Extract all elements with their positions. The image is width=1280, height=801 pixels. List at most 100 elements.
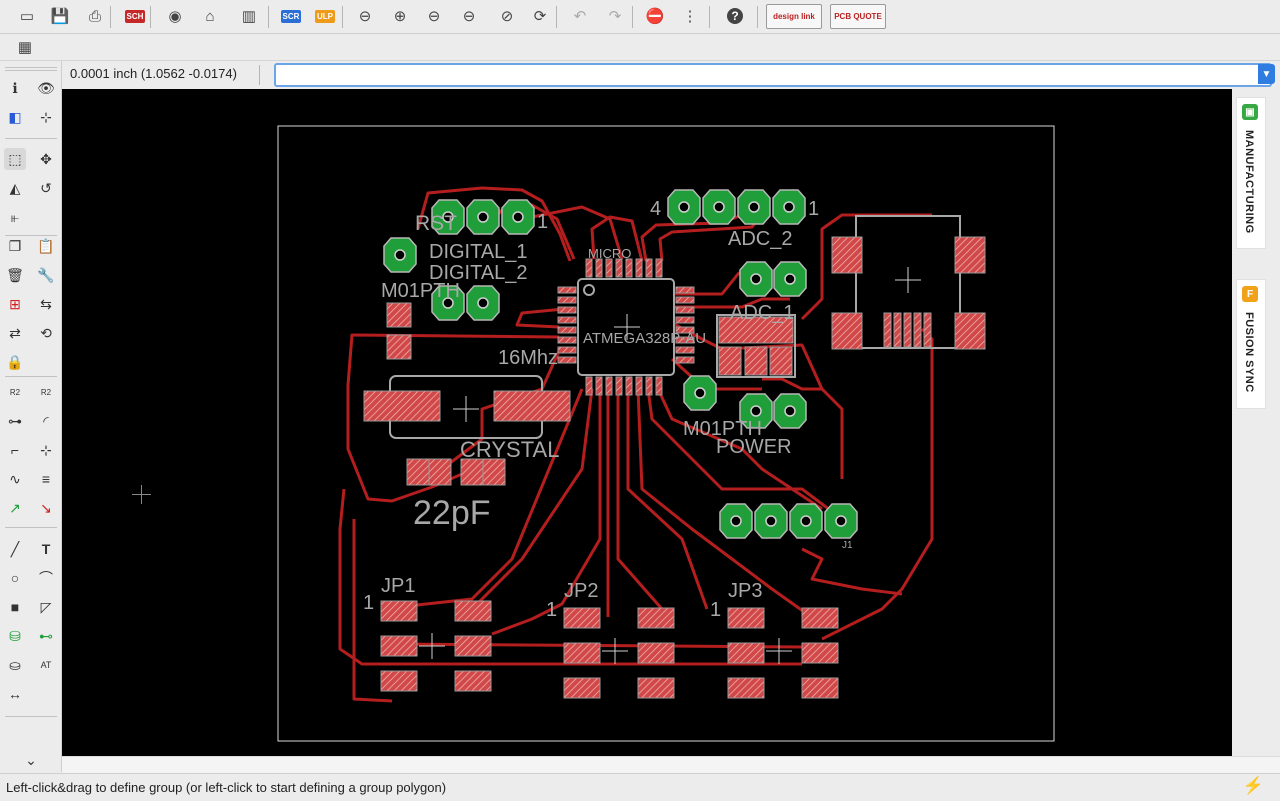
zoom-select-button[interactable]: ⊖ <box>456 4 482 28</box>
grid-button[interactable]: ▦ <box>12 35 38 59</box>
expand-tools-button[interactable]: ⌄ <box>20 749 42 771</box>
meander-tool[interactable]: ∿ <box>4 468 26 490</box>
mirror-tool[interactable]: ◭ <box>4 177 26 199</box>
usb-pad-1 <box>831 236 863 274</box>
zoom-fit-button[interactable]: ⊖ <box>352 4 378 28</box>
rectangle-tool[interactable]: ■ <box>4 596 26 618</box>
mcu-pin-bottom-1 <box>595 376 603 396</box>
route-multiple-tool[interactable]: ≡ <box>35 468 57 490</box>
mcu-pin-left-1 <box>557 296 577 304</box>
pcb-quote-button[interactable]: PCB QUOTE <box>830 4 886 29</box>
library-button[interactable]: ▥ <box>236 4 262 28</box>
mark-tool[interactable]: ⊹ <box>35 106 57 128</box>
miter-tool[interactable]: ◜ <box>35 410 57 432</box>
lightning-bolt-icon[interactable]: ⚡ <box>1243 776 1264 796</box>
dimension-tool[interactable]: ↔ <box>4 683 26 705</box>
jp2-pad-1a <box>563 642 601 664</box>
lock-tool[interactable]: 🔒 <box>4 351 26 373</box>
jp3-pad-1b <box>801 642 839 664</box>
m01pth-b-pad <box>683 375 717 411</box>
value-tool[interactable]: R2 <box>35 381 57 403</box>
design-link-button[interactable]: design link <box>766 4 822 29</box>
print-button[interactable]: ⎙ <box>82 4 108 28</box>
arc-tool[interactable]: ⌒ <box>35 567 57 589</box>
optimize-tool[interactable]: ⊹ <box>35 439 57 461</box>
mcu-pin-bottom-3 <box>615 376 623 396</box>
horizontal-scrollbar[interactable] <box>62 756 1280 773</box>
mcu-pin-bottom-6 <box>645 376 653 396</box>
scr-button[interactable]: SCR <box>278 4 304 28</box>
usb-pad-2 <box>954 236 986 274</box>
rotate-tool[interactable]: ↺ <box>35 177 57 199</box>
mcu-pin-bottom-4 <box>625 376 633 396</box>
zoom-in-button[interactable]: ⊕ <box>387 4 413 28</box>
miter-icon: ◜ <box>43 412 49 429</box>
help-icon: ? <box>727 8 743 24</box>
coordinate-display: 0.0001 inch (1.0562 -0.0174) <box>70 66 237 81</box>
copy-tool[interactable]: ❐ <box>4 235 26 257</box>
align-tool[interactable]: ⫦ <box>4 206 26 228</box>
ripup-tool[interactable]: ↘ <box>35 497 57 519</box>
adc2-header-pad-1 <box>702 189 736 225</box>
name-tool[interactable]: R2 <box>4 381 26 403</box>
via-tool[interactable]: ⛁ <box>4 625 26 647</box>
m01pth-a-pad <box>383 237 417 273</box>
display-layers-tool[interactable]: ◧ <box>4 106 26 128</box>
group-tool[interactable]: ⬚ <box>4 148 26 170</box>
split-tool[interactable]: ⌐ <box>4 439 26 461</box>
show-tool[interactable]: 👁 <box>35 77 57 99</box>
stop-button[interactable]: ⛔ <box>642 4 668 28</box>
manufacturing-tab[interactable]: ▣ MANUFACTURING <box>1236 97 1266 249</box>
open-file-button[interactable]: ▭ <box>14 4 40 28</box>
zoom-out-icon: ⊖ <box>427 8 441 25</box>
manufacturing-button[interactable]: ⌂ <box>197 4 223 28</box>
properties-tool[interactable]: 🔧 <box>35 264 57 286</box>
usb-pin-2 <box>903 312 912 348</box>
redraw-button[interactable]: ⟳ <box>527 4 553 28</box>
trash-icon: 🗑 <box>6 266 24 283</box>
circle-tool[interactable]: ○ <box>4 567 26 589</box>
pcb-board[interactable]: RST 1 DIGITAL_1 DIGITAL_2 M01PTH MICRO A… <box>62 89 1232 756</box>
signal-tool[interactable]: ⊷ <box>35 625 57 647</box>
command-history-dropdown[interactable]: ▼ <box>1258 64 1275 84</box>
ulp-button[interactable]: ULP <box>312 4 338 28</box>
replace-tool[interactable]: ⇆ <box>35 293 57 315</box>
move-tool[interactable]: ✥ <box>35 148 57 170</box>
save-button[interactable]: 💾 <box>47 4 73 28</box>
mcu-pin-left-6 <box>557 346 577 354</box>
swap-tool[interactable]: ⇄ <box>4 322 26 344</box>
more-icon: ⋮ <box>682 8 698 25</box>
sch-brd-switch-icon: SCH <box>124 9 146 23</box>
text-tool[interactable]: T <box>35 538 57 560</box>
help-button[interactable]: ? <box>722 4 748 28</box>
add-tool[interactable]: ⊞ <box>4 293 26 315</box>
attribute-tool[interactable]: AT <box>35 654 57 676</box>
cam-button[interactable]: ◉ <box>162 4 188 28</box>
gate-swap-tool[interactable]: ⟲ <box>35 322 57 344</box>
command-input[interactable] <box>274 63 1272 87</box>
paste-tool[interactable]: 📋 <box>35 235 57 257</box>
label-j1: J1 <box>842 540 853 551</box>
sch-brd-switch-button[interactable]: SCH <box>122 4 148 28</box>
zoom-out-button[interactable]: ⊖ <box>421 4 447 28</box>
mcu-pin-left-5 <box>557 336 577 344</box>
trace-25 <box>821 327 934 641</box>
jp1-pad-1b <box>454 635 492 657</box>
hole-tool[interactable]: ⛀ <box>4 654 26 676</box>
zoom-last-button[interactable]: ⊘ <box>494 4 520 28</box>
board-canvas[interactable]: RST 1 DIGITAL_1 DIGITAL_2 M01PTH MICRO A… <box>62 89 1232 756</box>
fusion-sync-tab[interactable]: F FUSION SYNC <box>1236 279 1266 409</box>
wrench-icon: 🔧 <box>37 266 55 283</box>
line-tool[interactable]: ╱ <box>4 538 26 560</box>
delete-tool[interactable]: 🗑 <box>4 264 26 286</box>
smash-tool[interactable]: ⊶ <box>4 410 26 432</box>
mcu-pin-top-4 <box>625 258 633 278</box>
more-button[interactable]: ⋮ <box>677 4 703 28</box>
redo-button[interactable]: ↷ <box>602 4 628 28</box>
undo-button[interactable]: ↶ <box>567 4 593 28</box>
info-tool[interactable]: ℹ <box>4 77 26 99</box>
route-tool[interactable]: ↗ <box>4 497 26 519</box>
library-icon: ▥ <box>241 8 257 25</box>
polygon-tool[interactable]: ◸ <box>35 596 57 618</box>
info-icon: ℹ <box>12 79 18 96</box>
